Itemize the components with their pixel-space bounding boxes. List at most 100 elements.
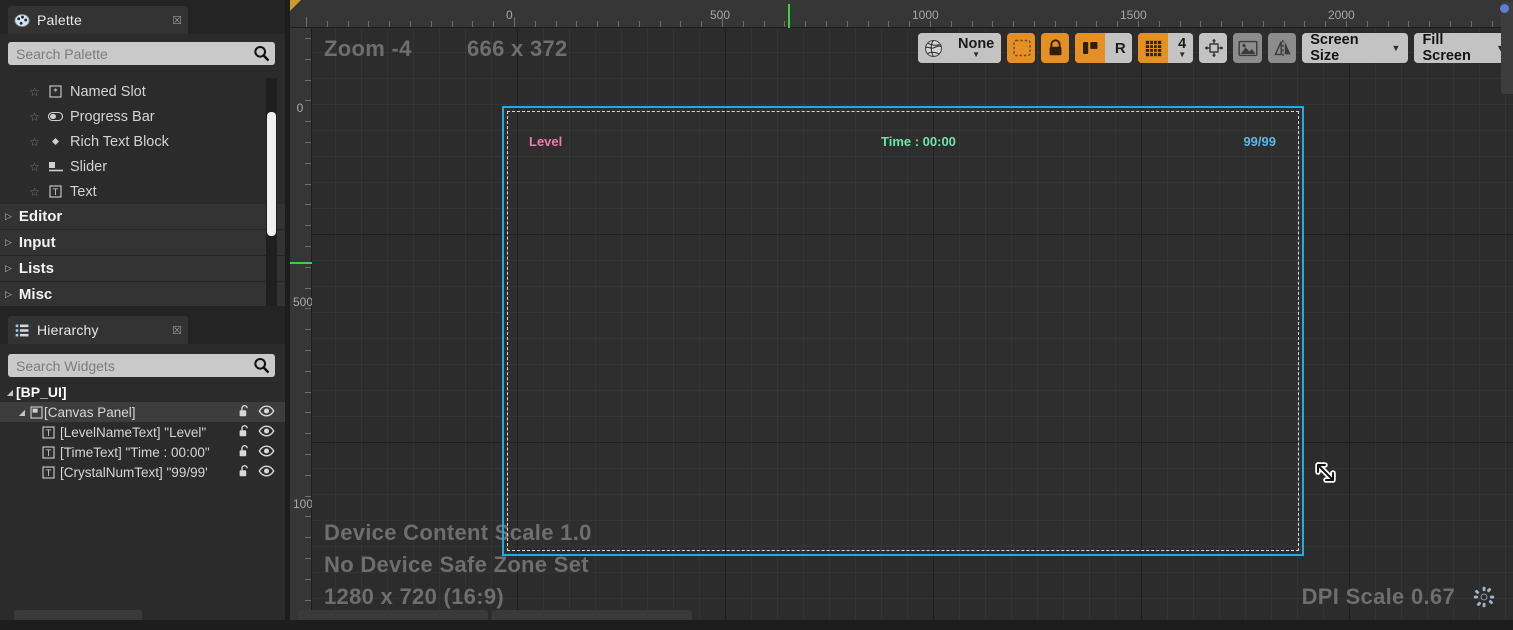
ruler-tick — [1138, 21, 1139, 27]
ruler-tick — [992, 21, 994, 27]
palette-tab[interactable]: Palette ☒ — [8, 6, 188, 34]
grid-size-dropdown[interactable]: 4 ▼ — [1168, 33, 1194, 63]
ruler-tick — [555, 21, 557, 27]
tree-node-crystal-num-text[interactable]: T [CrystalNumText] "99/99' — [0, 462, 285, 482]
hierarchy-tab-label: Hierarchy — [37, 322, 99, 338]
unlocked-padlock-icon[interactable] — [238, 404, 252, 418]
eye-icon[interactable] — [258, 464, 275, 478]
twisty-open-icon[interactable]: ◢ — [16, 408, 28, 417]
ruler-tick — [306, 17, 307, 27]
favorite-star-icon[interactable]: ☆ — [28, 160, 41, 174]
ruler-tick — [659, 21, 661, 27]
widget-time-text[interactable]: Time : 00:00 — [881, 134, 956, 149]
palette-category-editor[interactable]: ▷ Editor — [0, 204, 285, 230]
lock-toggle[interactable] — [1040, 33, 1070, 63]
tree-node-level-name-text[interactable]: T [LevelNameText] "Level" — [0, 422, 285, 442]
right-edge-panel-stub[interactable] — [1501, 2, 1513, 94]
mirror-toggle[interactable] — [1267, 33, 1297, 63]
hierarchy-close-icon[interactable]: ☒ — [172, 324, 182, 337]
tree-node-time-text[interactable]: T [TimeText] "Time : 00:00" — [0, 442, 285, 462]
palette-item-slider[interactable]: ☆ Slider — [0, 154, 285, 179]
snap-to-widget-icon — [1082, 42, 1098, 54]
canvas-panel-icon — [28, 405, 44, 419]
favorite-star-icon[interactable]: ☆ — [28, 135, 41, 149]
ruler-tick — [347, 21, 349, 27]
hierarchy-tab[interactable]: Hierarchy ☒ — [8, 316, 188, 344]
ruler-tick — [305, 225, 311, 227]
bottom-tab-stub-graph[interactable] — [492, 610, 692, 620]
snap-group: R — [1075, 33, 1133, 63]
eye-icon[interactable] — [258, 424, 275, 438]
globe-icon[interactable] — [918, 33, 948, 63]
resolution-label: 1280 x 720 (16:9) — [324, 584, 505, 609]
gear-icon[interactable] — [1473, 586, 1495, 613]
canvas-panel-selection-rect[interactable]: Level Time : 00:00 99/99 — [502, 106, 1304, 556]
fill-screen-label: Fill Screen — [1422, 32, 1471, 64]
palette-item-list[interactable]: ☆ * Named Slot ☆ Progress Bar ☆ Rich Tex… — [0, 76, 285, 306]
ruler-tick — [305, 516, 311, 518]
tree-node-bp-ui[interactable]: ◢ [BP_UI] — [0, 382, 285, 402]
hierarchy-search-field[interactable]: Search Widgets — [8, 354, 275, 377]
ruler-tick — [514, 17, 515, 27]
palette-category-misc[interactable]: ▷ Misc — [0, 282, 285, 306]
favorite-star-icon[interactable]: ☆ — [28, 85, 41, 99]
ruler-tick — [305, 162, 311, 164]
tree-node-canvas-panel[interactable]: ◢ [Canvas Panel] — [0, 402, 285, 422]
ruler-tick — [368, 21, 370, 27]
widget-crystal-num-text[interactable]: 99/99 — [1243, 134, 1276, 149]
named-slot-icon: * — [47, 85, 64, 98]
fill-screen-dropdown[interactable]: Fill Screen ▼ — [1414, 32, 1513, 64]
favorite-star-icon[interactable]: ☆ — [28, 185, 41, 199]
ruler-tick — [305, 495, 311, 497]
padlock-icon — [1050, 39, 1062, 56]
eye-icon[interactable] — [258, 404, 275, 418]
ruler-tick — [305, 100, 311, 102]
palette-item-text[interactable]: ☆ T Text — [0, 179, 285, 204]
selection-dashed-outline — [507, 111, 1299, 551]
unlocked-padlock-icon[interactable] — [238, 424, 252, 438]
horizontal-ruler[interactable]: 0 500 1000 1500 2000 — [290, 0, 1513, 28]
ruler-tick — [1242, 21, 1243, 27]
vertical-ruler[interactable]: 0 500 1000 — [290, 28, 320, 620]
ruler-tick — [305, 474, 311, 476]
ruler-tick — [1470, 21, 1472, 27]
palette-close-icon[interactable]: ☒ — [172, 14, 182, 27]
palette-scrollbar-thumb[interactable] — [267, 112, 276, 236]
selection-outline-toggle[interactable] — [1006, 33, 1035, 63]
hierarchy-tree[interactable]: ◢ [BP_UI] ◢ [Canvas Panel] T [LevelNameT… — [0, 382, 285, 482]
ruler-tick — [305, 287, 311, 289]
palette-item-rich-text-block[interactable]: ☆ Rich Text Block — [0, 129, 285, 154]
bottom-tab-stub-viewport[interactable] — [298, 610, 488, 620]
transform-widget-toggle[interactable] — [1199, 33, 1228, 63]
transform-widget-icon — [1204, 38, 1224, 58]
ruler-tick — [305, 38, 311, 39]
design-canvas[interactable]: Zoom -4 666 x 372 Device Content Scale 1… — [312, 28, 1513, 620]
viewport-toolbar: None ▼ R 4 ▼ Screen Size ▼ Fill Screen — [918, 32, 1513, 64]
zoom-target-dropdown[interactable]: None ▼ — [948, 33, 1001, 63]
bottom-tab-stub-left[interactable] — [14, 610, 142, 620]
favorite-star-icon[interactable]: ☆ — [28, 110, 41, 124]
ruler-tick — [805, 21, 807, 27]
palette-category-input[interactable]: ▷ Input — [0, 230, 285, 256]
snap-to-widget-toggle[interactable] — [1075, 33, 1106, 63]
rotation-snap-toggle[interactable]: R — [1105, 33, 1133, 63]
widget-level-name-text[interactable]: Level — [529, 134, 562, 149]
palette-search-field[interactable]: Search Palette — [8, 42, 275, 65]
twisty-open-icon[interactable]: ◢ — [4, 388, 16, 397]
unlocked-padlock-icon[interactable] — [238, 464, 252, 478]
grid-snap-toggle[interactable] — [1138, 33, 1169, 63]
screen-size-dropdown[interactable]: Screen Size ▼ — [1302, 32, 1409, 64]
palette-category-lists[interactable]: ▷ Lists — [0, 256, 285, 282]
ruler-tick — [305, 246, 311, 247]
unlocked-padlock-icon[interactable] — [238, 444, 252, 458]
chevron-right-icon: ▷ — [5, 289, 12, 299]
ruler-tick — [1304, 21, 1306, 27]
tree-node-label: [LevelNameText] "Level" — [60, 424, 207, 440]
image-toggle[interactable] — [1233, 33, 1262, 63]
palette-item-named-slot[interactable]: ☆ * Named Slot — [0, 79, 285, 104]
ruler-tick — [1491, 21, 1493, 27]
ruler-label-h-2000: 2000 — [1328, 8, 1355, 22]
palette-item-progress-bar[interactable]: ☆ Progress Bar — [0, 104, 285, 129]
svg-text:T: T — [44, 448, 51, 458]
eye-icon[interactable] — [258, 444, 275, 458]
